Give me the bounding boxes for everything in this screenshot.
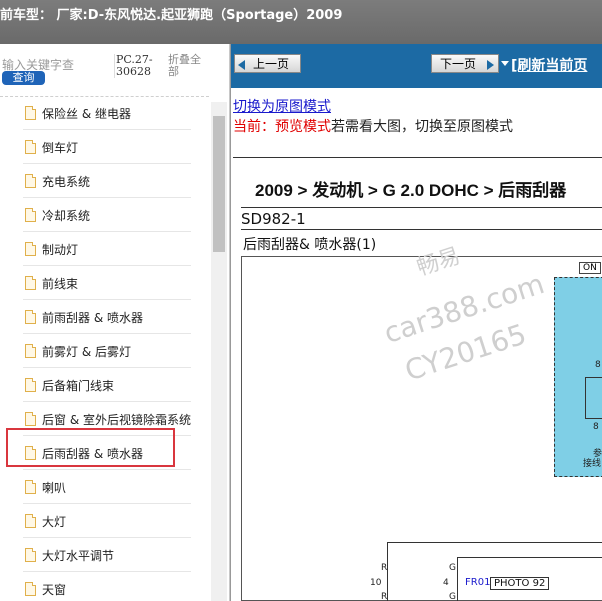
tree-item[interactable]: 冷却系统 xyxy=(0,198,209,232)
document-icon xyxy=(25,174,36,188)
document-icon xyxy=(25,106,36,120)
tree-item[interactable]: 前线束 xyxy=(0,266,209,300)
tree-item[interactable]: 制动灯 xyxy=(0,232,209,266)
arrow-left-icon xyxy=(238,60,245,70)
tree-item-label: 前线束 xyxy=(42,277,79,291)
tree-item[interactable]: 大灯水平调节 xyxy=(0,538,209,572)
wire-number: 10 xyxy=(370,578,382,588)
tree-item-label: 充电系统 xyxy=(42,175,91,189)
doc-title: 后雨刮器& 喷水器(1) xyxy=(243,237,377,253)
document-icon xyxy=(25,310,36,324)
sidebar: 输入关键字查 查询 PC.27-30628 折叠全部 保险丝 & 继电器 倒车灯充… xyxy=(0,44,230,601)
diagram-text: 8 xyxy=(593,422,599,432)
switch-mode-link[interactable]: 切换为原图模式 xyxy=(233,96,331,116)
selected-item-highlight xyxy=(6,428,175,467)
doc-breadcrumb: 2009 > 发动机 > G 2.0 DOHC > 后雨刮器 xyxy=(255,181,567,200)
tree-item[interactable]: 充电系统 xyxy=(0,164,209,198)
tree-list: 保险丝 & 继电器 倒车灯充电系统冷却系统制动灯前线束前雨刮器 & 喷水器 前雾灯 … xyxy=(0,96,211,601)
collapse-all-button[interactable]: 折叠全部 xyxy=(168,54,208,78)
divider xyxy=(241,207,602,208)
content-pane: 上一页 下一页 [刷新当前页 切换为原图模式 当前：预览模式若需看大图，切换至原… xyxy=(230,44,602,601)
prev-page-label: 上一页 xyxy=(253,57,290,71)
tree-item[interactable]: 天窗 xyxy=(0,572,209,601)
document-icon xyxy=(25,480,36,494)
document-icon xyxy=(25,378,36,392)
search-row: 输入关键字查 查询 PC.27-30628 折叠全部 xyxy=(0,44,229,96)
document-icon xyxy=(25,582,36,596)
document-icon xyxy=(25,548,36,562)
pc-code: PC.27-30628 xyxy=(114,54,162,78)
chevron-down-icon[interactable] xyxy=(501,61,509,66)
tree-item-label: 制动灯 xyxy=(42,243,79,257)
divider xyxy=(241,229,602,230)
tree-item-label: 前雨刮器 & 喷水器 xyxy=(42,311,143,325)
divider xyxy=(233,157,602,158)
title-bar: 前车型： 厂家:D-东风悦达.起亚狮跑（Sportage）2009 xyxy=(0,0,602,44)
document-icon xyxy=(25,412,36,426)
scrollbar[interactable] xyxy=(211,102,227,601)
wire-letter: G xyxy=(449,563,456,573)
current-prefix: 当前： xyxy=(233,119,275,135)
current-hint: 若需看大图，切换至原图模式 xyxy=(331,119,513,135)
tree-item[interactable]: 倒车灯 xyxy=(0,130,209,164)
document-icon xyxy=(25,242,36,256)
tree-item-label: 大灯水平调节 xyxy=(42,549,115,563)
next-page-label: 下一页 xyxy=(440,57,477,71)
fr-label: FR01 xyxy=(465,577,491,588)
document-icon xyxy=(25,140,36,154)
tree-item[interactable]: 保险丝 & 继电器 xyxy=(0,96,209,130)
current-mode-line: 当前：预览模式若需看大图，切换至原图模式 xyxy=(233,116,513,136)
diagram-on-label: ON xyxy=(579,262,601,274)
arrow-right-icon xyxy=(487,60,494,70)
wire-letter: G xyxy=(449,592,456,601)
wire-letter: R xyxy=(381,592,388,601)
document-icon xyxy=(25,208,36,222)
tree-item-label: 后备箱门线束 xyxy=(42,379,115,393)
current-mode: 预览模式 xyxy=(275,119,331,135)
document-icon xyxy=(25,276,36,290)
photo-label: PHOTO 92 xyxy=(490,577,550,590)
tree-item-label: 后窗 & 室外后视镜除霜系统 xyxy=(42,413,191,427)
tree-item-label: 大灯 xyxy=(42,515,67,529)
next-page-button[interactable]: 下一页 xyxy=(431,54,499,73)
wire-number: 4 xyxy=(443,578,449,588)
tree-item[interactable]: 前雨刮器 & 喷水器 xyxy=(0,300,209,334)
tree-item[interactable]: 前雾灯 & 后雾灯 xyxy=(0,334,209,368)
tree-item-label: 倒车灯 xyxy=(42,141,79,155)
diagram-text: 接线 xyxy=(583,459,602,469)
search-button[interactable]: 查询 xyxy=(2,71,45,85)
document-icon xyxy=(25,514,36,528)
nav-bar: 上一页 下一页 [刷新当前页 xyxy=(231,44,602,88)
scrollbar-thumb[interactable] xyxy=(213,116,225,252)
tree-item-label: 喇叭 xyxy=(42,481,67,495)
tree-item[interactable]: 后备箱门线束 xyxy=(0,368,209,402)
tree-item-label: 冷却系统 xyxy=(42,209,91,223)
diagram-text: 8 xyxy=(595,360,601,370)
refresh-page-link[interactable]: [刷新当前页 xyxy=(511,55,587,75)
tree-item-label: 保险丝 & 继电器 xyxy=(42,107,131,121)
document-icon xyxy=(25,344,36,358)
tree-item[interactable]: 喇叭 xyxy=(0,470,209,504)
window-title: 前车型： 厂家:D-东风悦达.起亚狮跑（Sportage）2009 xyxy=(0,8,343,23)
doc-code: SD982-1 xyxy=(241,210,306,228)
tree-item[interactable]: 大灯 xyxy=(0,504,209,538)
diagram-inner-box xyxy=(585,377,602,419)
wire-letter: R xyxy=(381,563,388,573)
tree-item-label: 天窗 xyxy=(42,583,67,597)
tree-item-label: 前雾灯 & 后雾灯 xyxy=(42,345,131,359)
prev-page-button[interactable]: 上一页 xyxy=(234,54,301,73)
